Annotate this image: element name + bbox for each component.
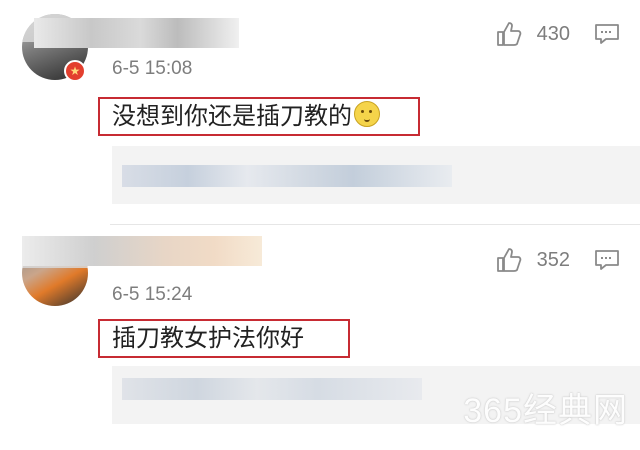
username-blurred[interactable] (22, 236, 262, 266)
comment-actions: 352 (495, 246, 620, 274)
verified-star-icon: ★ (64, 60, 86, 82)
comment-text: 没想到你还是插刀教的 (112, 103, 352, 130)
smiling-face-emoji-icon (354, 101, 380, 127)
username-blurred[interactable] (34, 18, 239, 48)
comment-timestamp: 6-5 15:08 (112, 58, 193, 79)
thumbs-up-icon[interactable] (495, 246, 523, 274)
like-count: 352 (536, 248, 570, 271)
comment-text-highlighted: 插刀教女护法你好 (98, 319, 350, 358)
reply-preview[interactable] (112, 146, 640, 204)
reply-comment-icon[interactable] (594, 22, 620, 46)
comment-text-highlighted: 没想到你还是插刀教的 (98, 97, 420, 136)
comment-item: ★ 6-5 15:08 430 没想到你还是插刀教的 (0, 0, 640, 225)
thumbs-up-icon[interactable] (495, 20, 523, 48)
watermark: 365经典网 (463, 392, 628, 430)
reply-text-blurred (122, 165, 452, 187)
reply-comment-icon[interactable] (594, 248, 620, 272)
comment-text: 插刀教女护法你好 (112, 325, 304, 352)
like-count: 430 (536, 22, 570, 45)
comment-actions: 430 (495, 20, 620, 48)
divider (110, 224, 640, 225)
reply-text-blurred (122, 378, 422, 400)
comment-timestamp: 6-5 15:24 (112, 284, 193, 305)
